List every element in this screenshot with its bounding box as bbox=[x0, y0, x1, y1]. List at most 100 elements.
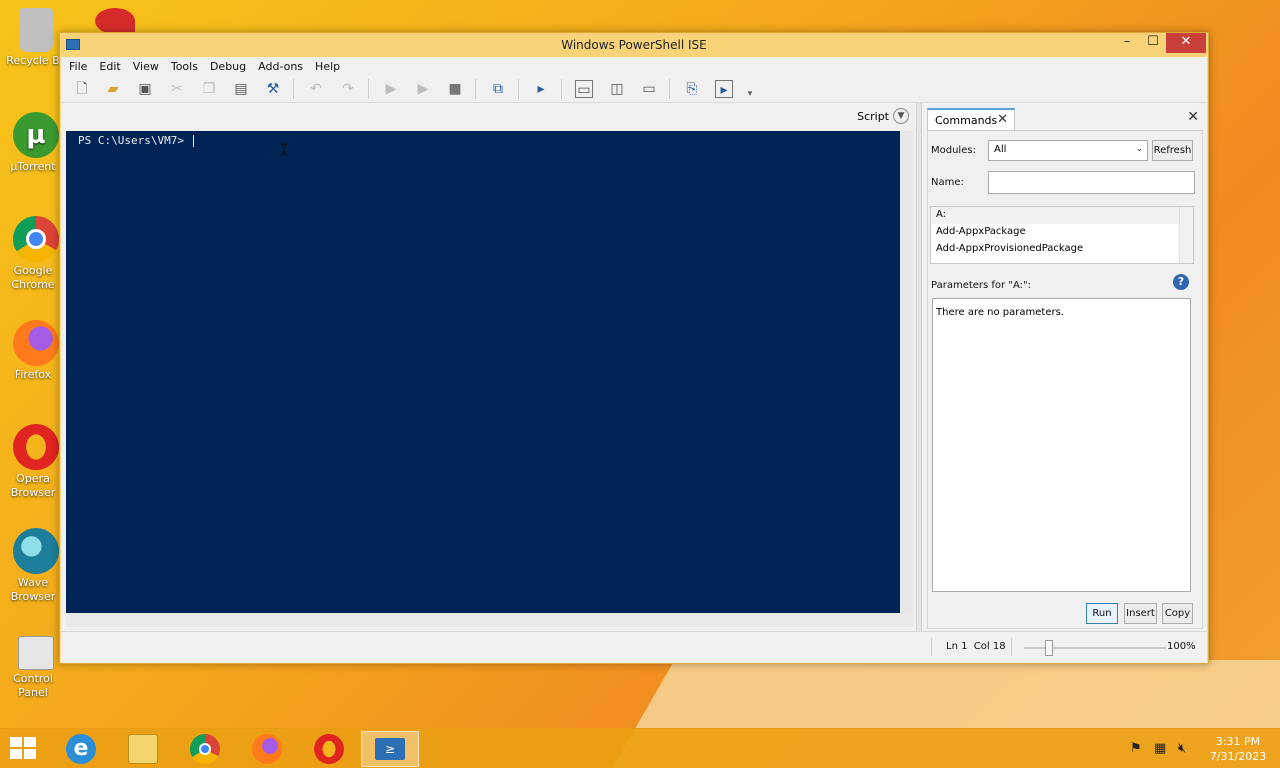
title-bar[interactable]: Windows PowerShell ISE – ☐ ✕ bbox=[60, 33, 1208, 57]
toolbar-separator bbox=[669, 79, 670, 99]
minimize-button[interactable]: – bbox=[1114, 33, 1140, 53]
script-pane-bar: Script ▼ bbox=[65, 103, 911, 130]
list-item[interactable]: Add-AppxPackage bbox=[931, 224, 1193, 241]
list-item[interactable]: Add-AppxProvisionedPackage bbox=[931, 241, 1193, 258]
stop-icon[interactable]: ■ bbox=[446, 80, 464, 98]
undo-icon[interactable]: ↶ bbox=[307, 80, 325, 98]
utorrent-icon: µ bbox=[13, 112, 59, 158]
taskbar-chrome[interactable] bbox=[176, 731, 234, 767]
chevron-circle-down-icon[interactable]: ▼ bbox=[893, 108, 909, 124]
help-icon[interactable]: ? bbox=[1173, 274, 1189, 290]
windows-logo-icon bbox=[10, 737, 22, 747]
powershell-ise-window: Windows PowerShell ISE – ☐ ✕ File Edit V… bbox=[59, 32, 1209, 664]
save-icon[interactable]: ▣ bbox=[136, 80, 154, 98]
taskbar: e ≥ ⚑ ▦ 🔇︎ 3:31 PM 7/31/2023 bbox=[0, 728, 1280, 768]
parameters-text: There are no parameters. bbox=[936, 307, 1064, 318]
taskbar-internet-explorer[interactable]: e bbox=[52, 731, 110, 767]
opera-icon bbox=[314, 734, 344, 764]
parameters-label: Parameters for "A:": bbox=[931, 280, 1031, 291]
commands-body: Modules: All ⌄ Refresh Name: A: Add-Appx… bbox=[927, 130, 1203, 629]
status-separator bbox=[931, 638, 932, 656]
window-title: Windows PowerShell ISE bbox=[561, 38, 707, 52]
zoom-slider-thumb[interactable] bbox=[1045, 640, 1053, 656]
desktop-icon-label: Control Panel bbox=[13, 672, 53, 699]
toolbar-separator bbox=[368, 79, 369, 99]
clear-console-icon[interactable]: ⚒ bbox=[264, 80, 282, 98]
show-snippets-icon[interactable]: ⎘ bbox=[683, 80, 701, 98]
show-commands-icon[interactable]: ▸ bbox=[715, 80, 733, 98]
run-selection-icon[interactable]: ▶ bbox=[414, 80, 432, 98]
script-pane-maximized-icon[interactable]: ▭ bbox=[640, 80, 658, 98]
pane-splitter[interactable] bbox=[916, 103, 922, 631]
menu-file[interactable]: File bbox=[69, 60, 87, 73]
run-button[interactable]: Run bbox=[1086, 603, 1118, 624]
menu-view[interactable]: View bbox=[133, 60, 159, 73]
menu-tools[interactable]: Tools bbox=[171, 60, 198, 73]
menu-debug[interactable]: Debug bbox=[210, 60, 246, 73]
status-bar: Ln 1 Col 18 100% bbox=[61, 631, 1207, 663]
mouse-ibeam-cursor: I bbox=[279, 140, 289, 159]
desktop-icon-label: Firefox bbox=[14, 368, 52, 381]
copy-icon[interactable]: ❐ bbox=[200, 80, 218, 98]
paste-icon[interactable]: ▤ bbox=[232, 80, 250, 98]
toolbar-overflow-icon[interactable]: ▾ bbox=[741, 85, 759, 103]
status-separator bbox=[1011, 638, 1012, 656]
main-area: Script ▼ PS C:\Users\VM7> Commands ✕ ✕ M… bbox=[61, 103, 1207, 631]
close-commands-pane-icon[interactable]: ✕ bbox=[1187, 109, 1199, 125]
commands-list-scrollbar[interactable] bbox=[1179, 207, 1193, 263]
tab-commands-label: Commands bbox=[935, 114, 998, 127]
script-pane-label[interactable]: Script bbox=[857, 110, 889, 123]
console-pane[interactable]: PS C:\Users\VM7> bbox=[66, 131, 900, 613]
taskbar-file-explorer[interactable] bbox=[114, 731, 172, 767]
list-item[interactable]: A: bbox=[931, 207, 1193, 224]
close-tab-icon[interactable]: ✕ bbox=[997, 112, 1008, 127]
zoom-level: 100% bbox=[1167, 641, 1196, 652]
start-powershell-icon[interactable]: ▸ bbox=[532, 80, 550, 98]
redo-icon[interactable]: ↷ bbox=[339, 80, 357, 98]
script-pane-top-icon[interactable]: ▭ bbox=[575, 80, 593, 98]
taskbar-opera[interactable] bbox=[300, 731, 358, 767]
taskbar-powershell-ise[interactable]: ≥ bbox=[361, 731, 419, 767]
desktop-icon-label: Opera Browser bbox=[10, 472, 56, 499]
insert-button[interactable]: Insert bbox=[1124, 603, 1157, 624]
start-button[interactable] bbox=[10, 737, 38, 761]
toolbar-separator bbox=[561, 79, 562, 99]
taskbar-firefox[interactable] bbox=[238, 731, 296, 767]
copy-button[interactable]: Copy bbox=[1162, 603, 1193, 624]
refresh-button[interactable]: Refresh bbox=[1152, 140, 1193, 161]
name-input[interactable] bbox=[988, 171, 1195, 194]
script-pane-right-icon[interactable]: ◫ bbox=[608, 80, 626, 98]
menu-bar: File Edit View Tools Debug Add-ons Help bbox=[61, 57, 1207, 75]
new-file-icon[interactable]: 🗋 bbox=[73, 80, 91, 98]
menu-add-ons[interactable]: Add-ons bbox=[258, 60, 303, 73]
close-button[interactable]: ✕ bbox=[1166, 33, 1206, 53]
console-horizontal-scrollbar[interactable] bbox=[66, 613, 914, 627]
modules-label: Modules: bbox=[931, 145, 976, 156]
tab-commands[interactable]: Commands ✕ bbox=[927, 108, 1015, 130]
action-center-flag-icon[interactable]: ⚑ bbox=[1130, 741, 1142, 756]
recycle-bin-icon bbox=[19, 8, 53, 52]
console-prompt: PS C:\Users\VM7> bbox=[78, 134, 191, 147]
desktop-icon-label: Recycle B bbox=[6, 54, 60, 67]
maximize-button[interactable]: ☐ bbox=[1140, 33, 1166, 53]
network-icon[interactable]: ▦ bbox=[1154, 741, 1166, 756]
name-label: Name: bbox=[931, 177, 964, 188]
menu-edit[interactable]: Edit bbox=[99, 60, 120, 73]
open-file-icon[interactable]: ▰ bbox=[104, 80, 122, 98]
system-clock[interactable]: 3:31 PM 7/31/2023 bbox=[1206, 734, 1270, 764]
text-caret bbox=[192, 135, 194, 147]
desktop-icon-label: Wave Browser bbox=[10, 576, 56, 603]
run-script-icon[interactable]: ▶ bbox=[382, 80, 400, 98]
app-logo-icon bbox=[95, 8, 135, 34]
remote-powershell-icon[interactable]: ⧉ bbox=[489, 80, 507, 98]
parameters-box: There are no parameters. bbox=[932, 298, 1191, 592]
volume-muted-icon[interactable]: 🔇︎ bbox=[1178, 741, 1186, 756]
console-vertical-scrollbar[interactable] bbox=[900, 131, 914, 613]
powershell-ise-icon: ≥ bbox=[375, 738, 405, 760]
modules-select[interactable]: All ⌄ bbox=[988, 140, 1148, 161]
windows-logo-icon bbox=[10, 749, 22, 759]
commands-list[interactable]: A: Add-AppxPackage Add-AppxProvisionedPa… bbox=[930, 206, 1194, 264]
cut-icon[interactable]: ✂ bbox=[168, 80, 186, 98]
desktop-icon-label: Google Chrome bbox=[11, 264, 55, 291]
menu-help[interactable]: Help bbox=[315, 60, 340, 73]
